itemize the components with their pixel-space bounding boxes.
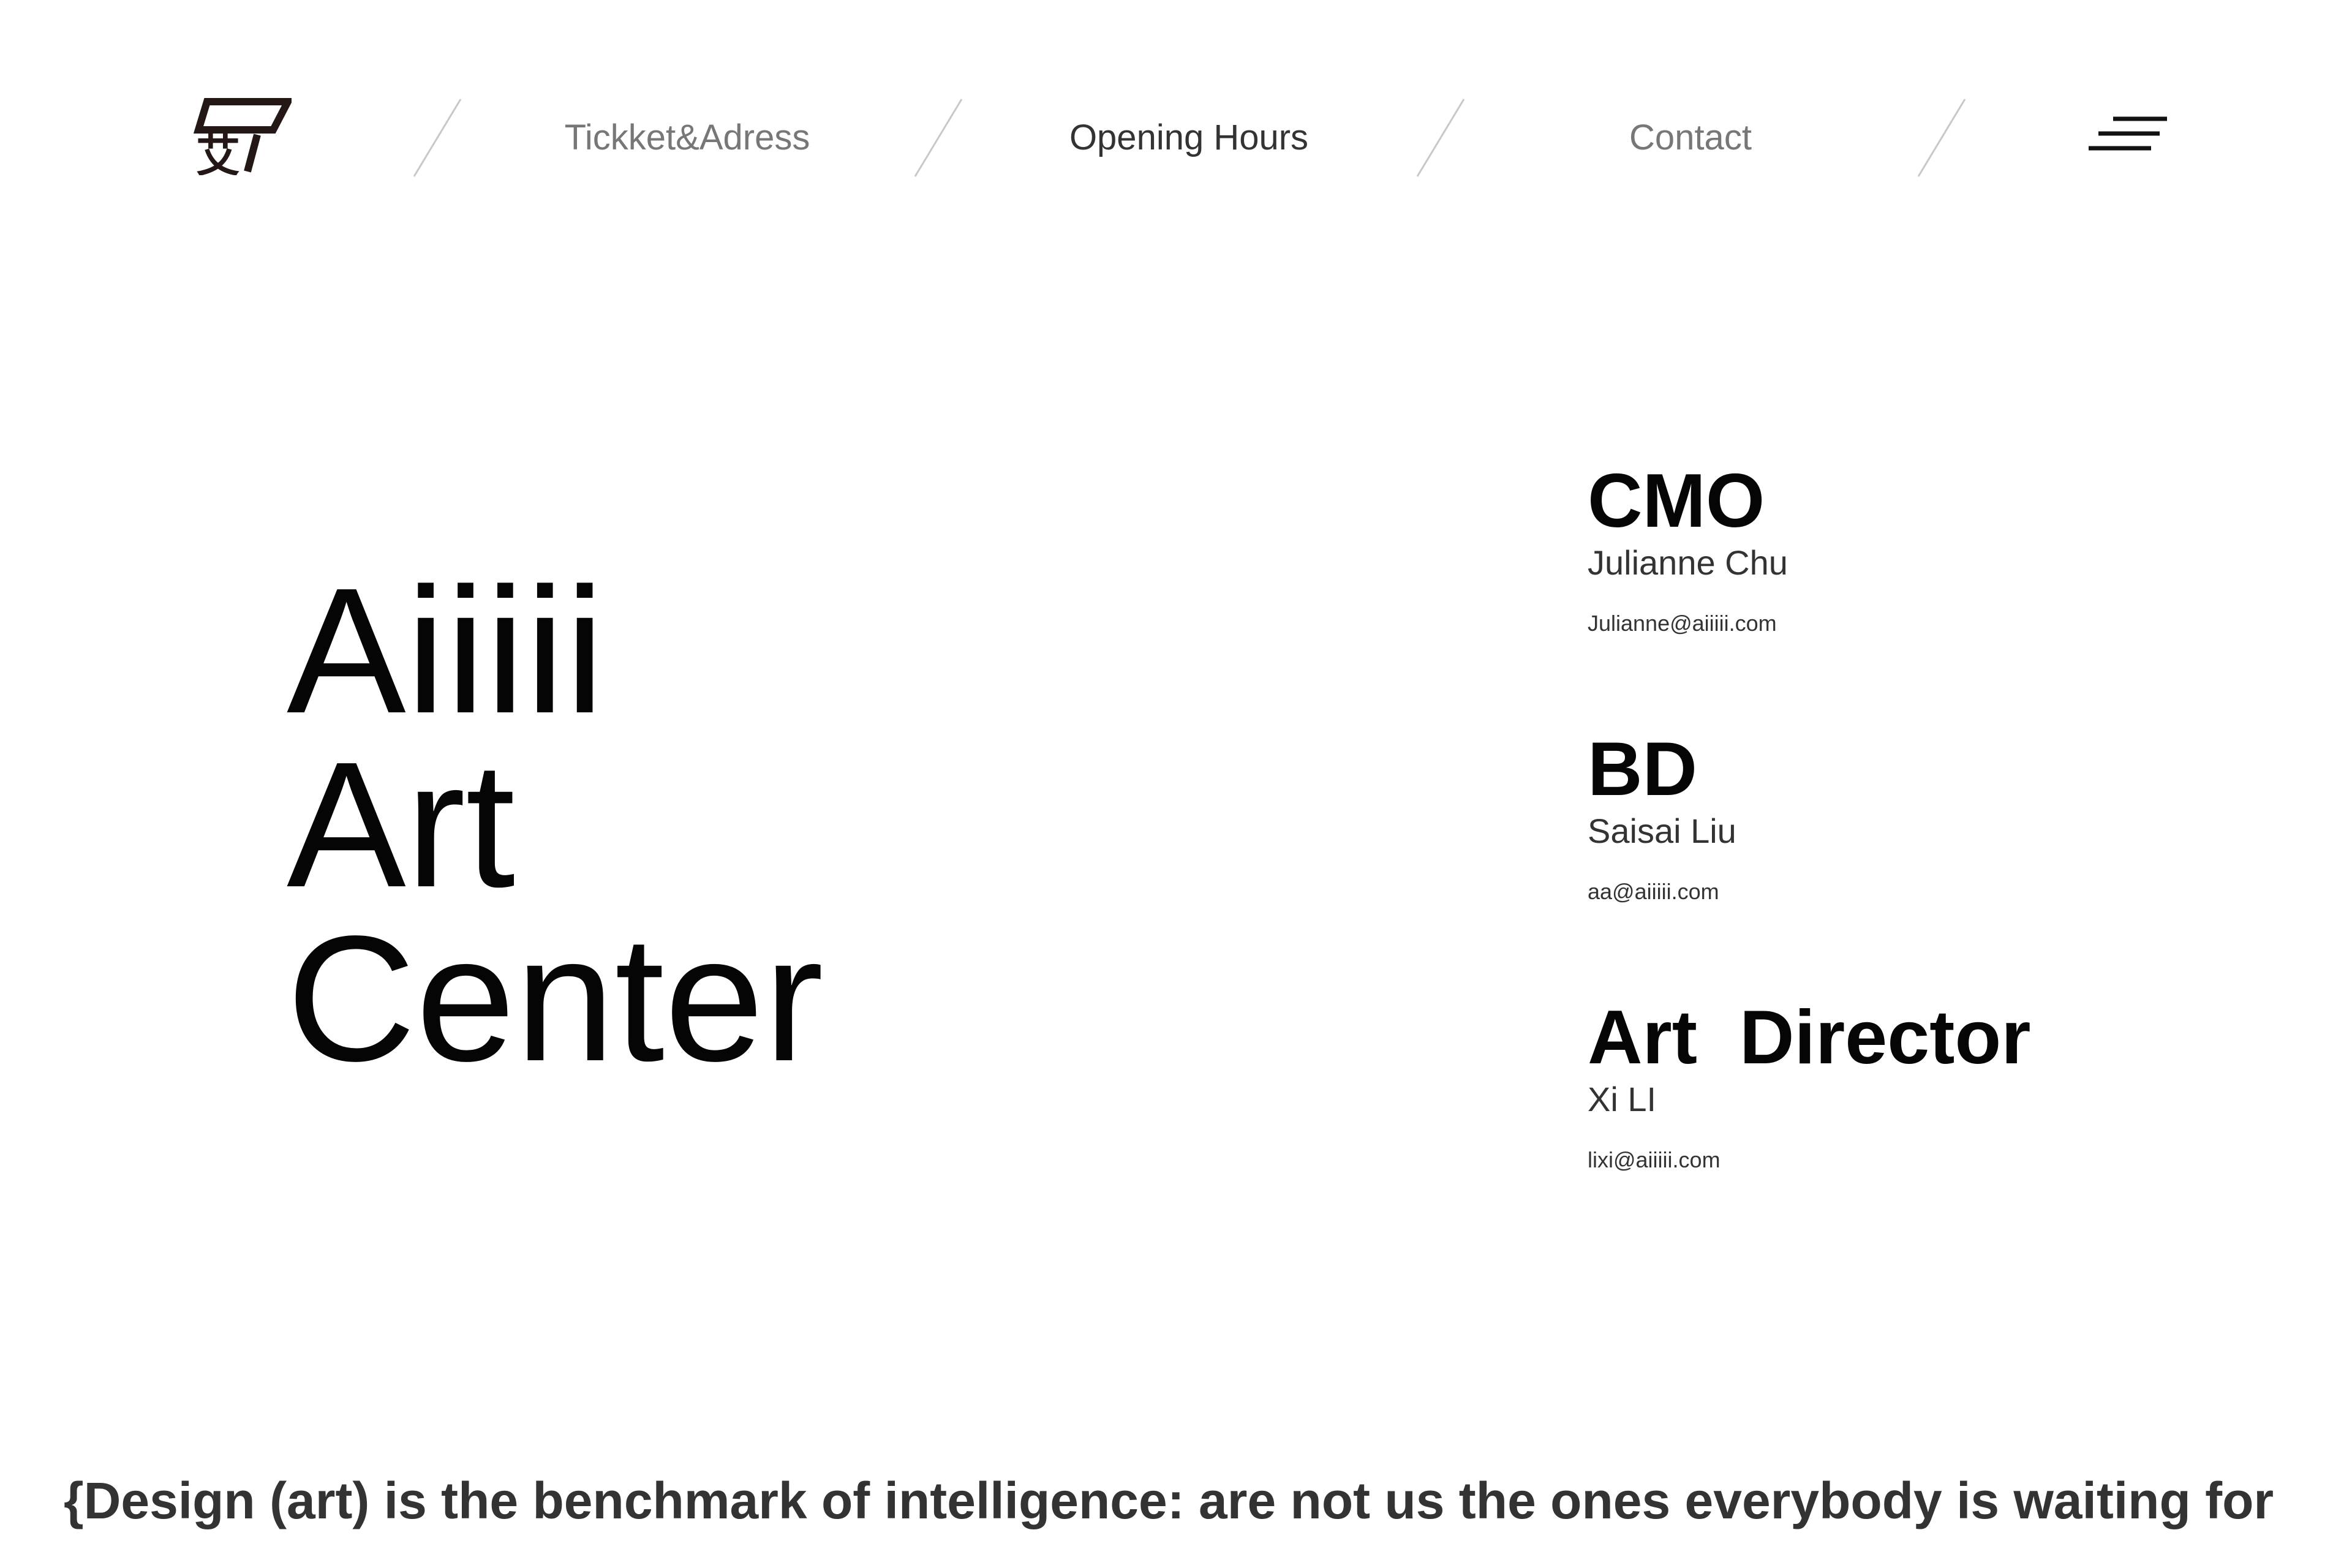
contact-card: CMO Julianne Chu Julianne@aiiiii.com [1588, 461, 2261, 729]
contact-name: Xi LI [1588, 1080, 1657, 1118]
contact-role: CMO [1588, 459, 1765, 543]
contact-role: BD [1588, 727, 1698, 812]
contact-name: Saisai Liu [1588, 812, 1736, 850]
contact-card: Art Director Xi LI lixi@aiiiii.com [1588, 997, 2261, 1265]
nav-opening-hours[interactable]: Opening Hours [1045, 110, 1333, 165]
divider-slash [914, 99, 963, 177]
brand-logo-icon[interactable]: 艾 [184, 98, 292, 175]
contact-email-link[interactable]: Julianne@aiiiii.com [1588, 611, 2261, 636]
divider-slash [1416, 99, 1465, 177]
contact-list: CMO Julianne Chu Julianne@aiiiii.com BD … [1588, 461, 2261, 1265]
divider-slash [413, 99, 462, 177]
contact-name: Julianne Chu [1588, 543, 1788, 582]
hamburger-menu-icon[interactable] [2082, 110, 2168, 165]
nav-tickets-address[interactable]: Tickket&Adress [545, 110, 829, 165]
contact-email-link[interactable]: aa@aiiiii.com [1588, 880, 2261, 904]
quote-marquee: {Design (art) is the benchmark of intell… [64, 1472, 2274, 1529]
contact-email-link[interactable]: lixi@aiiiii.com [1588, 1148, 2261, 1172]
hero-line: Aiiiii [287, 551, 605, 750]
contact-role: Art Director [1588, 995, 2031, 1080]
nav-contact[interactable]: Contact [1568, 110, 1813, 165]
hero-title: Aiiiii Art Center [287, 551, 824, 1098]
hero-line: Art [287, 725, 516, 924]
divider-slash [1917, 99, 1966, 177]
svg-text:艾: 艾 [196, 130, 240, 175]
contact-card: BD Saisai Liu aa@aiiiii.com [1588, 729, 2261, 997]
hero-line: Center [287, 899, 824, 1098]
